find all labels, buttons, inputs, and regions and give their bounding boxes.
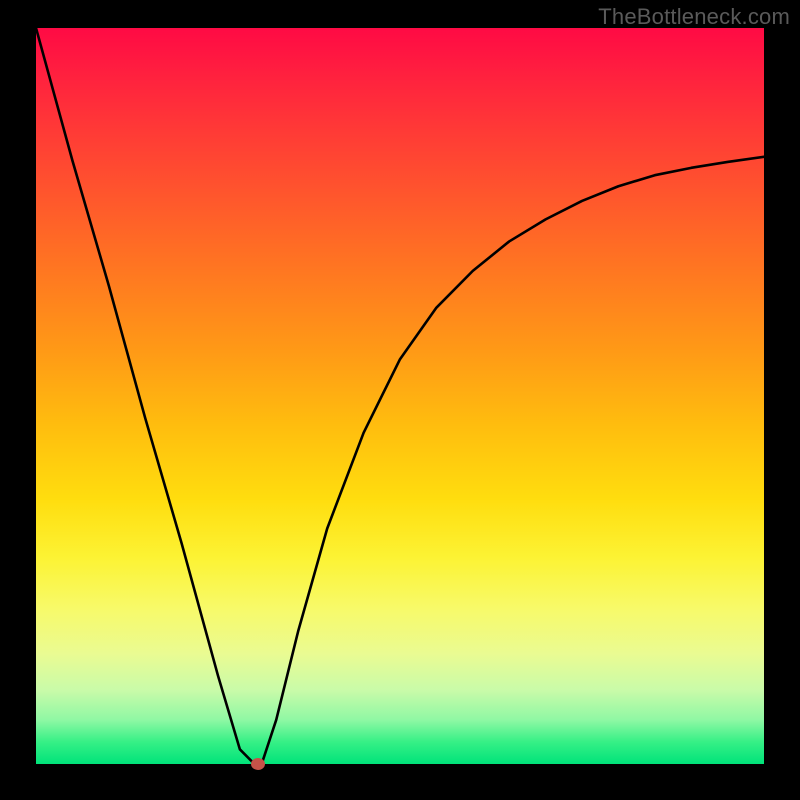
bottleneck-curve [36,28,764,764]
curve-line [36,28,764,764]
optimal-point-marker [251,758,265,770]
chart-container: TheBottleneck.com [0,0,800,800]
attribution-text: TheBottleneck.com [598,4,790,30]
plot-area [36,28,764,764]
